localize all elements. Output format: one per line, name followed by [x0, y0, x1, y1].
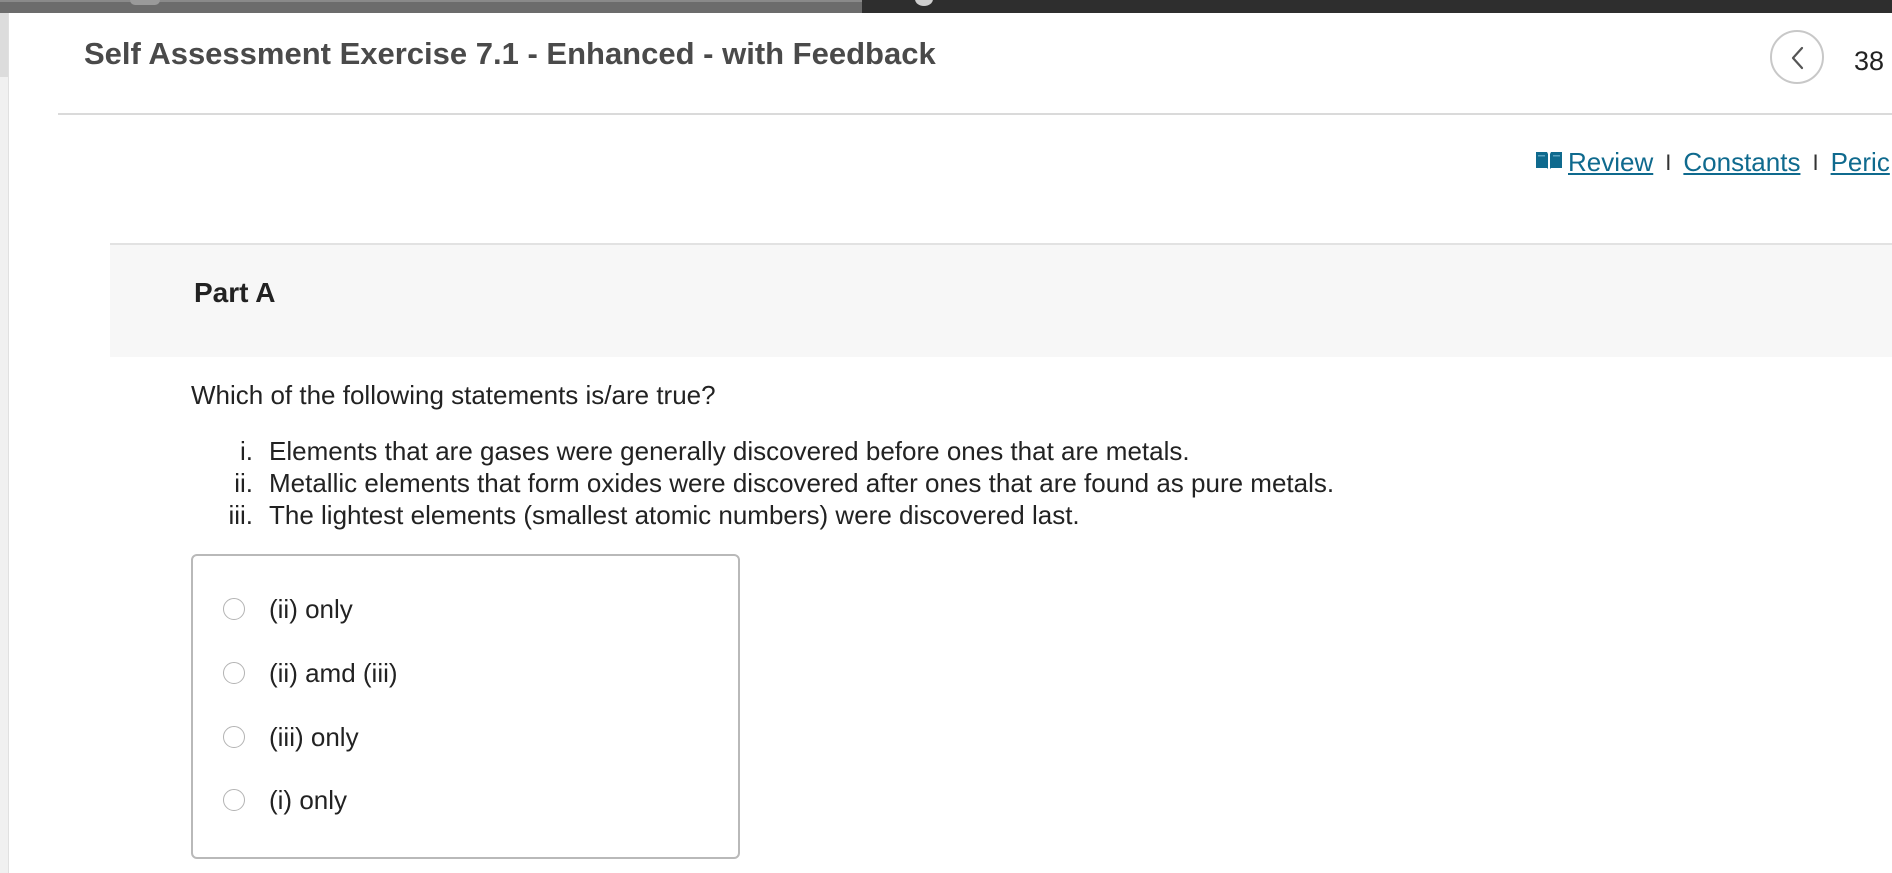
part-a-header[interactable]: Part A	[110, 243, 1892, 357]
left-panel-edge-top	[0, 13, 8, 77]
item-counter: 38	[1854, 46, 1885, 76]
resource-links: Review I Constants I Peric	[1534, 147, 1890, 178]
page-title: Self Assessment Exercise 7.1 - Enhanced …	[84, 36, 936, 71]
question-prompt: Which of the following statements is/are…	[191, 380, 716, 410]
header-divider	[58, 113, 1892, 115]
answer-option-label: (ii) only	[269, 593, 353, 624]
link-separator: I	[1665, 149, 1672, 175]
answer-option[interactable]: (i) only	[223, 780, 347, 820]
answer-option[interactable]: (iii) only	[223, 717, 359, 757]
left-panel-edge	[0, 13, 9, 873]
answer-option[interactable]: (ii) only	[223, 589, 353, 629]
browser-top-strip	[0, 0, 1892, 13]
statement-number: iii.	[228, 500, 253, 530]
radio-button[interactable]	[223, 726, 245, 748]
link-separator: I	[1812, 149, 1819, 175]
statement-number: ii.	[234, 468, 253, 498]
periodic-table-link[interactable]: Peric	[1831, 147, 1890, 178]
previous-item-button[interactable]	[1770, 30, 1824, 84]
statement-text: Metallic elements that form oxides were …	[269, 468, 1335, 498]
answer-option-label: (iii) only	[269, 721, 359, 752]
statement-number: i.	[240, 436, 253, 466]
browser-toolbar	[862, 0, 1892, 13]
page: Self Assessment Exercise 7.1 - Enhanced …	[0, 0, 1892, 873]
statement-text: Elements that are gases were generally d…	[269, 436, 1190, 466]
answer-option-label: (i) only	[269, 784, 348, 815]
review-link[interactable]: Review	[1568, 147, 1653, 178]
answer-option[interactable]: (ii) amd (iii)	[223, 653, 398, 693]
answer-choices: (ii) only (ii) amd (iii) (iii) only (i) …	[191, 554, 740, 859]
browser-tab[interactable]	[130, 0, 160, 5]
radio-button[interactable]	[223, 789, 245, 811]
part-title: Part A	[194, 277, 276, 308]
radio-button[interactable]	[223, 662, 245, 684]
radio-button[interactable]	[223, 598, 245, 620]
constants-link[interactable]: Constants	[1683, 147, 1800, 178]
statement-text: The lightest elements (smallest atomic n…	[269, 500, 1080, 530]
answer-option-label: (ii) amd (iii)	[269, 657, 398, 688]
book-icon	[1534, 147, 1564, 178]
chevron-left-icon	[1791, 46, 1804, 70]
